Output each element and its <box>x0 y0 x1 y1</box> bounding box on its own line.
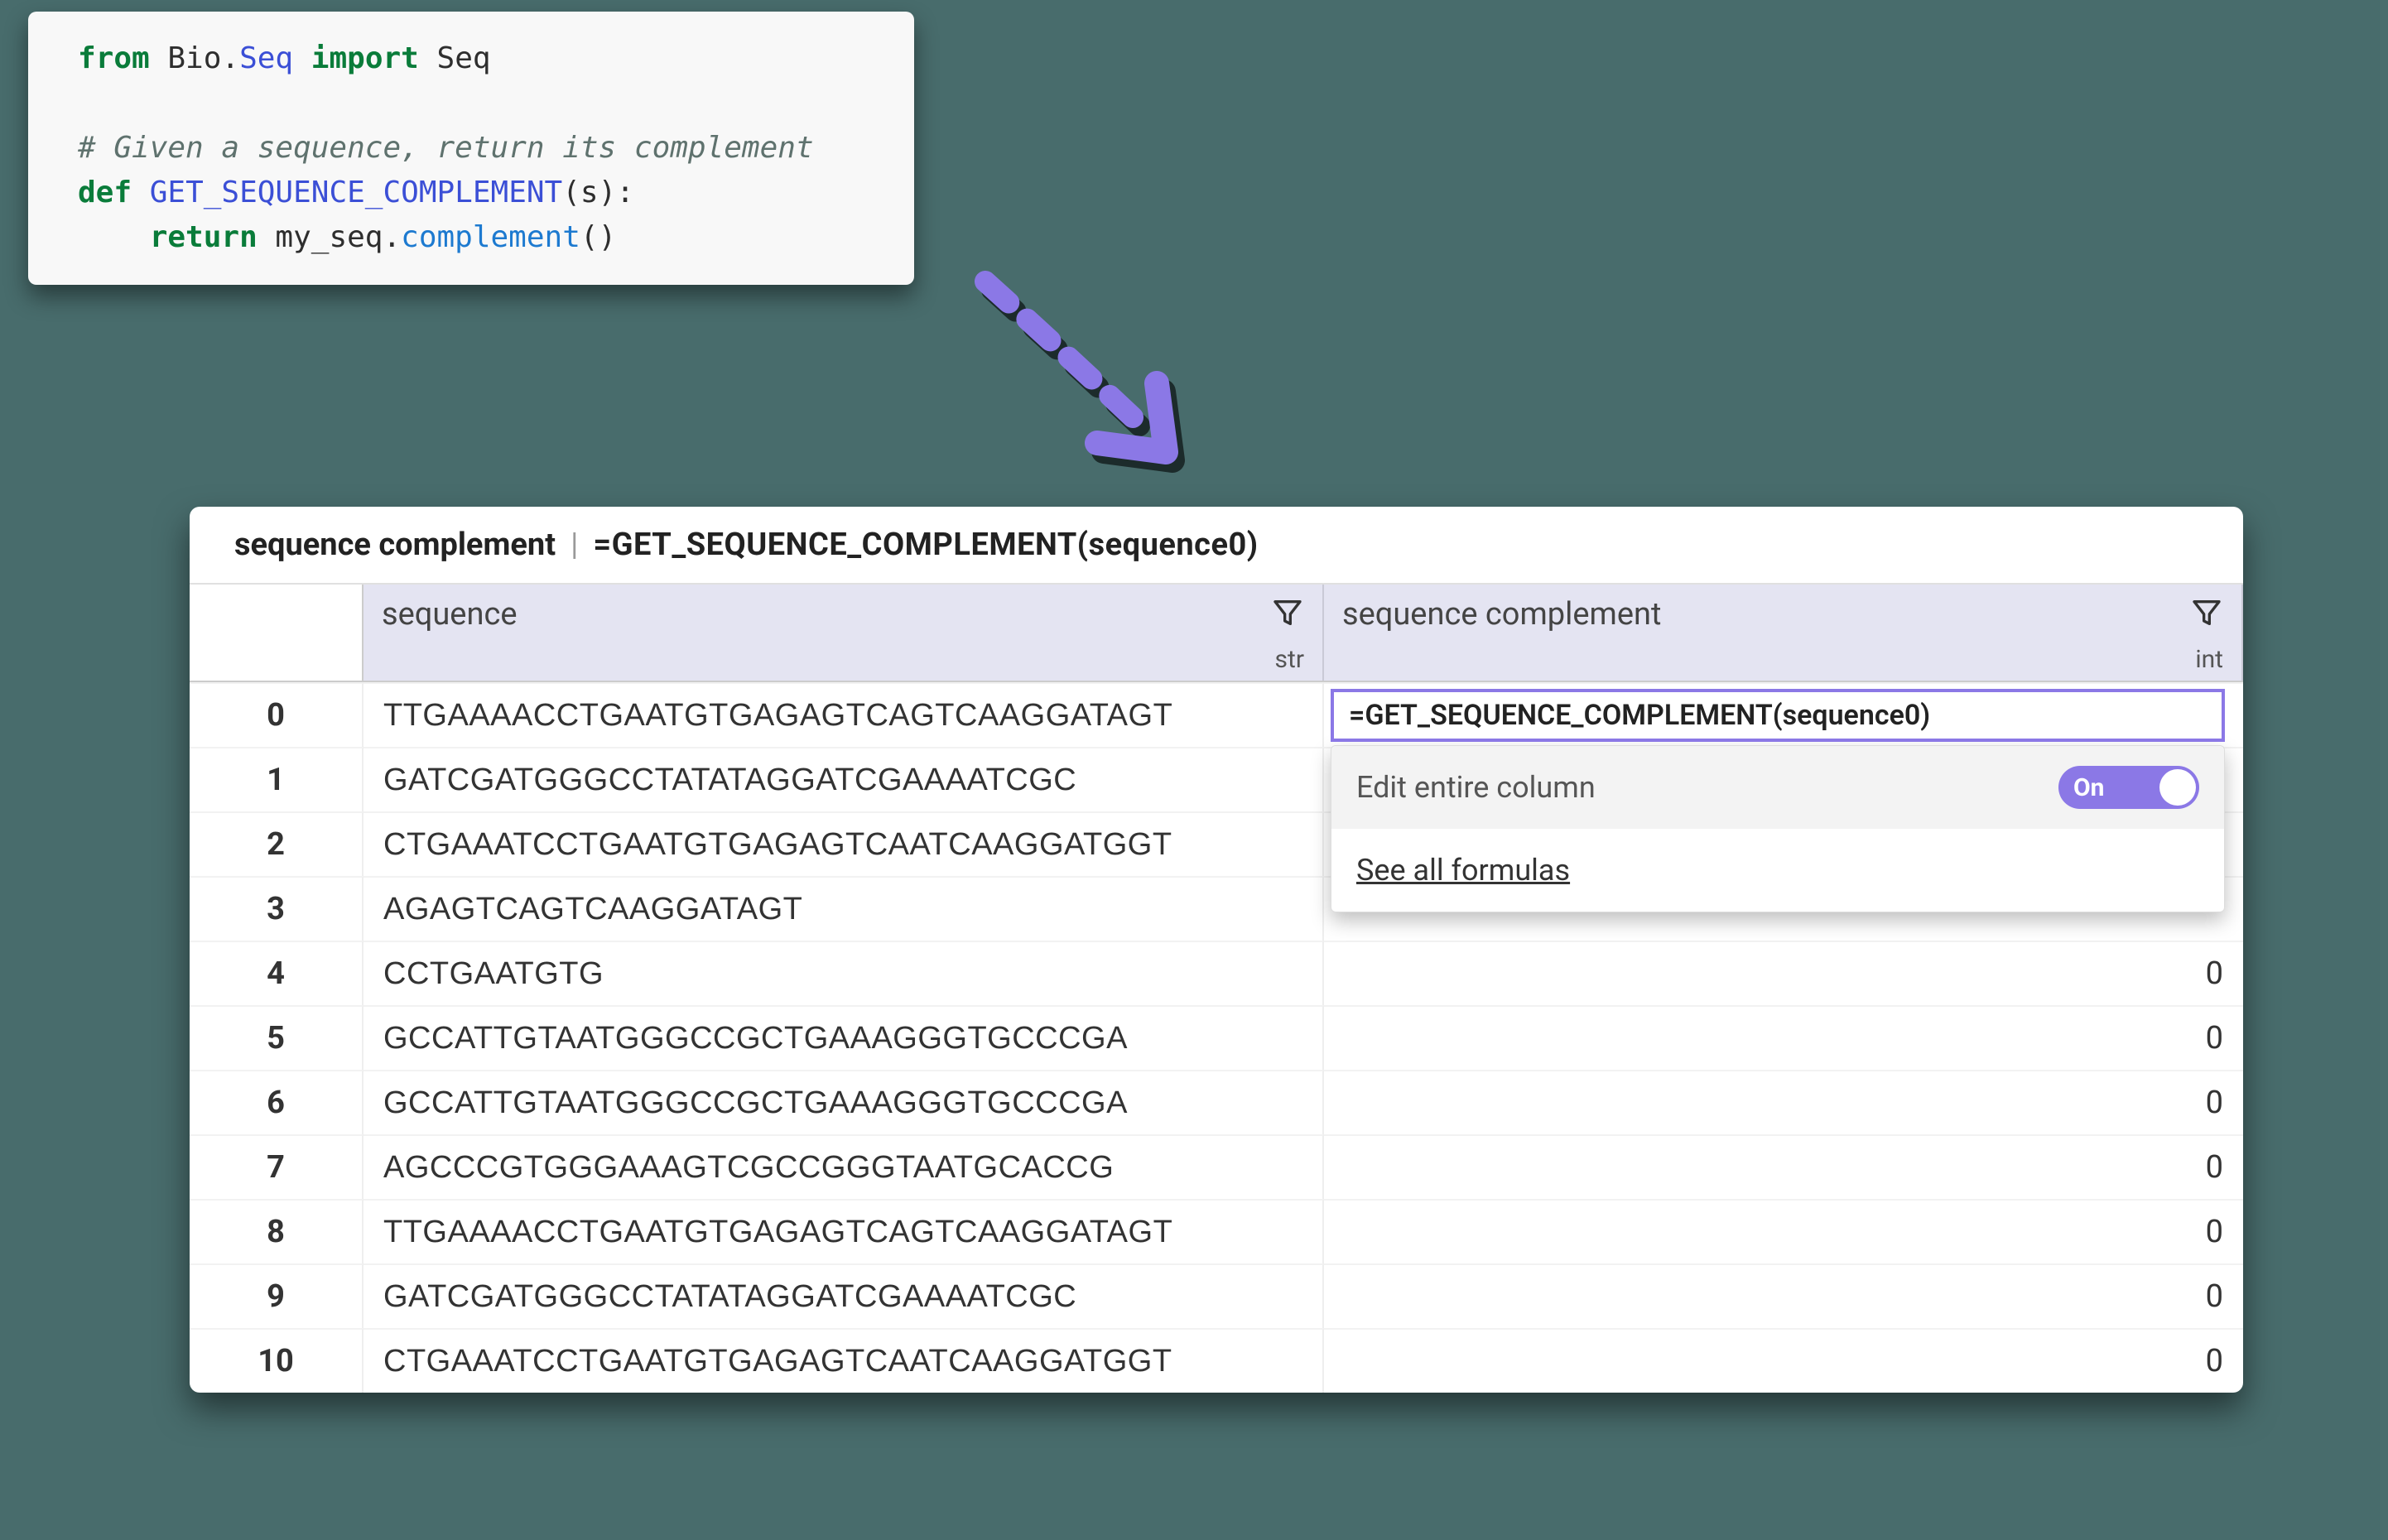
row-index[interactable]: 2 <box>190 811 363 876</box>
code-tok <box>293 41 311 75</box>
cell-sequence[interactable]: GATCGATGGGCCTATATAGGATCGAAAATCGC <box>363 747 1324 811</box>
cell-sequence[interactable]: GCCATTGTAATGGGCCGCTGAAAGGGTGCCCGA <box>363 1070 1324 1134</box>
row-index[interactable]: 6 <box>190 1070 363 1134</box>
code-line-4: return my_seq.complement() <box>78 215 879 260</box>
cell-sequence[interactable]: CCTGAATGTG <box>363 941 1324 1005</box>
formula-bar-formula: =GET_SEQUENCE_COMPLEMENT(sequence0) <box>593 527 1258 563</box>
code-line-1: from Bio.Seq import Seq <box>78 36 879 81</box>
column-title-display: sequence complement <box>234 527 556 563</box>
column-label: sequence <box>382 596 518 633</box>
code-tok <box>132 176 150 209</box>
row-index[interactable]: 3 <box>190 876 363 941</box>
cell-sequence[interactable]: TTGAAAACCTGAATGTGAGAGTCAGTCAAGGATAGT <box>363 682 1324 747</box>
cell-complement[interactable]: 0 <box>1324 1263 2243 1328</box>
column-headers: sequence str sequence complement int <box>190 585 2243 682</box>
row-index[interactable]: 7 <box>190 1134 363 1199</box>
cell-sequence[interactable]: AGAGTCAGTCAAGGATAGT <box>363 876 1324 941</box>
cell-complement[interactable]: 0 <box>1324 1070 2243 1134</box>
column-header-complement[interactable]: sequence complement int <box>1324 585 2243 681</box>
kw-return: return <box>150 220 258 254</box>
kw-import: import <box>311 41 419 75</box>
filter-icon[interactable] <box>1271 596 1304 629</box>
kw-from: from <box>78 41 150 75</box>
column-label: sequence complement <box>1342 596 1661 633</box>
edit-entire-column-toggle[interactable]: On <box>2058 766 2199 809</box>
spreadsheet-panel: sequence complement | =GET_SEQUENCE_COMP… <box>190 507 2243 1393</box>
row-index[interactable]: 8 <box>190 1199 363 1263</box>
see-all-formulas-link[interactable]: See all formulas <box>1356 853 1570 888</box>
cell-complement[interactable]: 0 <box>1324 1005 2243 1070</box>
column-type: str <box>1275 645 1304 674</box>
code-tok: () <box>580 220 616 254</box>
row-index[interactable]: 9 <box>190 1263 363 1328</box>
edit-entire-column-label: Edit entire column <box>1356 770 1596 805</box>
code-tok-seq: Seq <box>239 41 293 75</box>
formula-bar[interactable]: sequence complement | =GET_SEQUENCE_COMP… <box>190 507 2243 585</box>
row-index[interactable]: 5 <box>190 1005 363 1070</box>
row-index[interactable]: 1 <box>190 747 363 811</box>
column-header-sequence[interactable]: sequence str <box>363 585 1324 681</box>
cell-sequence[interactable]: AGCCCGTGGGAAAGTCGCCGGGTAATGCACCG <box>363 1134 1324 1199</box>
row-index[interactable]: 0 <box>190 682 363 747</box>
cell-complement[interactable]: 0 <box>1324 1134 2243 1199</box>
kw-def: def <box>78 176 132 209</box>
edit-entire-column-row: Edit entire column On <box>1331 746 2224 829</box>
cell-complement[interactable]: 0 <box>1324 941 2243 1005</box>
formula-popover: Edit entire column On See all formulas <box>1331 745 2225 912</box>
cell-sequence[interactable]: CTGAAATCCTGAATGTGAGAGTCAATCAAGGATGGT <box>363 811 1324 876</box>
cell-complement[interactable]: 0 <box>1324 1199 2243 1263</box>
code-method: complement <box>401 220 580 254</box>
row-index[interactable]: 10 <box>190 1328 363 1393</box>
cell-formula-input[interactable]: =GET_SEQUENCE_COMPLEMENT(sequence0) <box>1331 689 2225 742</box>
cell-sequence[interactable]: CTGAAATCCTGAATGTGAGAGTCAATCAAGGATGGT <box>363 1328 1324 1393</box>
toggle-knob <box>2159 769 2196 806</box>
arrow-icon <box>952 257 1234 505</box>
column-header-blank <box>190 585 363 681</box>
column-type: int <box>2195 645 2223 674</box>
code-line-3: def GET_SEQUENCE_COMPLEMENT(s): <box>78 171 879 215</box>
filter-icon[interactable] <box>2190 596 2223 629</box>
cell-sequence[interactable]: GCCATTGTAATGGGCCGCTGAAAGGGTGCCCGA <box>363 1005 1324 1070</box>
cell-complement[interactable]: 0 <box>1324 1328 2243 1393</box>
code-tok: (s): <box>562 176 634 209</box>
cell-sequence[interactable]: TTGAAAACCTGAATGTGAGAGTCAGTCAAGGATAGT <box>363 1199 1324 1263</box>
row-index[interactable]: 4 <box>190 941 363 1005</box>
code-comment: # Given a sequence, return its complemen… <box>78 126 879 171</box>
code-snippet-card: from Bio.Seq import Seq # Given a sequen… <box>28 12 914 285</box>
cell-sequence[interactable]: GATCGATGGGCCTATATAGGATCGAAAATCGC <box>363 1263 1324 1328</box>
code-indent <box>78 220 150 254</box>
see-all-formulas-row: See all formulas <box>1331 829 2224 912</box>
formula-bar-divider: | <box>571 527 578 563</box>
code-blank <box>78 81 879 126</box>
code-tok: Seq <box>419 41 491 75</box>
code-tok: Bio. <box>150 41 239 75</box>
code-tok: my_seq. <box>258 220 401 254</box>
toggle-label: On <box>2073 773 2105 802</box>
code-fn-name: GET_SEQUENCE_COMPLEMENT <box>150 176 563 209</box>
